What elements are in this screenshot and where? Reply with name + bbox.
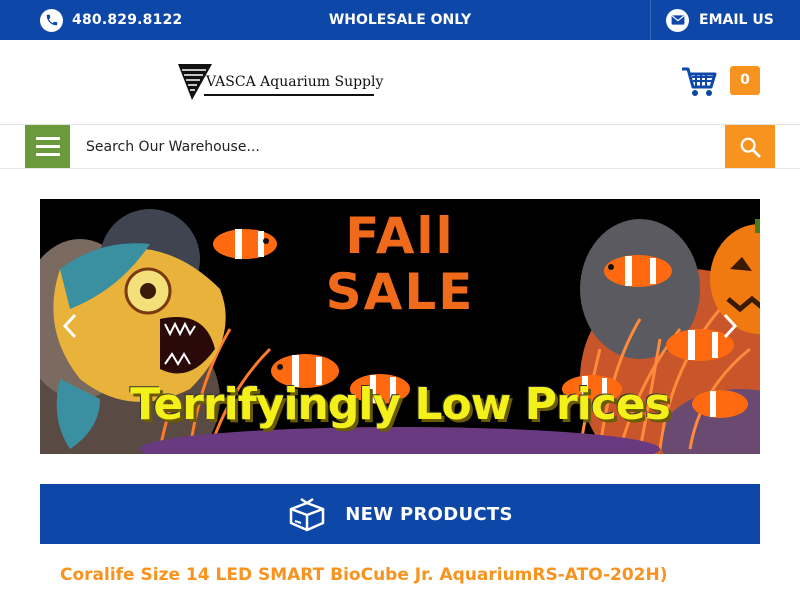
phone-number: 480.829.8122 bbox=[72, 12, 183, 28]
carousel-next-button[interactable] bbox=[716, 311, 744, 341]
search-input[interactable] bbox=[70, 125, 725, 168]
chevron-left-icon bbox=[62, 313, 77, 339]
banner-subtitle: Terrifyingly Low Prices bbox=[130, 379, 671, 430]
banner-title-line1: FAll bbox=[345, 207, 455, 265]
header: VASCA Aquarium Supply 0 bbox=[0, 40, 800, 125]
logo-underline bbox=[204, 94, 374, 96]
chevron-right-icon bbox=[723, 313, 738, 339]
phone-icon bbox=[40, 8, 63, 32]
menu-icon-bar bbox=[35, 153, 60, 156]
search-icon bbox=[740, 137, 761, 158]
logo-text: VASCA Aquarium Supply bbox=[206, 74, 384, 90]
logo[interactable]: VASCA Aquarium Supply bbox=[178, 62, 383, 102]
menu-icon-bar bbox=[35, 137, 60, 140]
email-icon bbox=[666, 8, 689, 32]
top-bar: 480.829.8122 WHOLESALE ONLY EMAIL US bbox=[0, 0, 800, 40]
new-products-header: NEW PRODUCTS bbox=[40, 484, 760, 544]
new-products-label: NEW PRODUCTS bbox=[345, 503, 513, 525]
cart-icon bbox=[682, 67, 717, 96]
banner-title-line2: SALE bbox=[325, 263, 475, 321]
menu-icon-bar bbox=[35, 145, 60, 148]
menu-button[interactable] bbox=[25, 125, 70, 168]
phone-link[interactable]: 480.829.8122 bbox=[40, 8, 182, 32]
email-link[interactable]: EMAIL US bbox=[650, 0, 800, 40]
hero-banner[interactable]: FAll SALE Terrifyingly Low Prices bbox=[40, 199, 760, 454]
box-icon bbox=[290, 497, 325, 532]
email-label: EMAIL US bbox=[699, 12, 774, 28]
cart-button[interactable]: 0 bbox=[680, 64, 760, 100]
search-button[interactable] bbox=[725, 125, 775, 168]
cart-count-badge: 0 bbox=[730, 66, 760, 95]
product-title-link[interactable]: Coralife Size 14 LED SMART BioCube Jr. A… bbox=[60, 565, 668, 585]
carousel-prev-button[interactable] bbox=[56, 311, 84, 341]
search-bar bbox=[0, 125, 800, 169]
